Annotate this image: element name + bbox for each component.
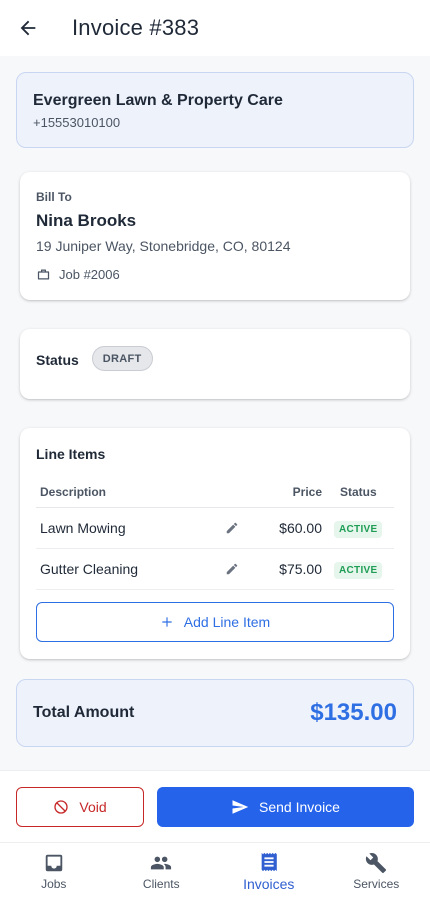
pencil-icon [226,522,238,534]
company-phone: +15553010100 [33,115,121,130]
edit-item-button[interactable] [225,521,239,535]
item-status-badge: ACTIVE [334,561,383,579]
total-label: Total Amount [33,704,135,721]
block-icon [54,800,69,814]
nav-invoices-label: Invoices [243,876,295,892]
void-label: Void [79,799,107,815]
void-button[interactable]: Void [16,787,144,827]
table-row: Gutter Cleaning $75.00 ACTIVE [36,549,394,590]
nav-services[interactable]: Services [323,843,430,900]
client-address: 19 Juniper Way, Stonebridge, CO, 80124 [36,238,291,254]
back-button[interactable] [0,0,56,56]
item-description: Gutter Cleaning [40,561,139,577]
wrench-icon [366,853,387,874]
plus-icon [162,617,172,627]
status-card: Status DRAFT [20,329,410,399]
add-line-item-button[interactable]: Add Line Item [36,602,394,642]
line-items-table: Description Price Status Lawn Mowing $60… [36,476,394,590]
total-card: Total Amount $135.00 [16,679,414,747]
page-title: Invoice #383 [72,15,200,40]
invoice-content[interactable]: Evergreen Lawn & Property Care +15553010… [0,56,430,770]
header-description: Description [40,484,107,499]
send-invoice-label: Send Invoice [259,799,340,815]
client-name: Nina Brooks [36,211,137,230]
line-items-card: Line Items Description Price Status Lawn… [20,428,410,659]
item-price: $60.00 [279,520,322,536]
briefcase-icon [37,269,50,280]
header-status: Status [340,484,377,499]
table-header: Description Price Status [36,476,394,508]
item-price: $75.00 [279,561,322,577]
pencil-icon [226,563,238,575]
nav-invoices[interactable]: Invoices [215,843,323,900]
status-label: Status [36,352,79,368]
arrow-left-icon [20,20,36,36]
job-reference: Job #2006 [36,267,394,282]
receipt-icon [261,852,277,872]
nav-clients[interactable]: Clients [108,843,216,900]
item-status-badge: ACTIVE [334,520,383,538]
header-price: Price [292,484,322,499]
company-name: Evergreen Lawn & Property Care [33,92,283,109]
nav-jobs-label: Jobs [41,877,67,891]
status-badge: DRAFT [91,346,153,371]
edit-item-button[interactable] [225,562,239,576]
line-items-title: Line Items [36,446,106,462]
nav-jobs[interactable]: Jobs [0,843,108,900]
send-invoice-button[interactable]: Send Invoice [157,787,414,827]
company-card: Evergreen Lawn & Property Care +15553010… [16,72,414,148]
people-icon [151,856,172,870]
send-icon [232,800,249,814]
table-row: Lawn Mowing $60.00 ACTIVE [36,508,394,549]
app-bar: Invoice #383 [0,0,430,56]
job-number: Job #2006 [59,267,120,282]
total-amount: $135.00 [310,699,397,726]
item-description: Lawn Mowing [40,520,126,536]
inbox-icon [45,854,62,872]
action-bar: Void Send Invoice [0,770,430,842]
nav-services-label: Services [353,877,400,891]
bill-to-label: Bill To [36,190,72,204]
add-line-item-label: Add Line Item [183,614,271,630]
bottom-navigation: Jobs Clients Invoices Services [0,842,430,900]
nav-clients-label: Clients [142,877,180,891]
bill-to-card: Bill To Nina Brooks 19 Juniper Way, Ston… [20,172,410,300]
